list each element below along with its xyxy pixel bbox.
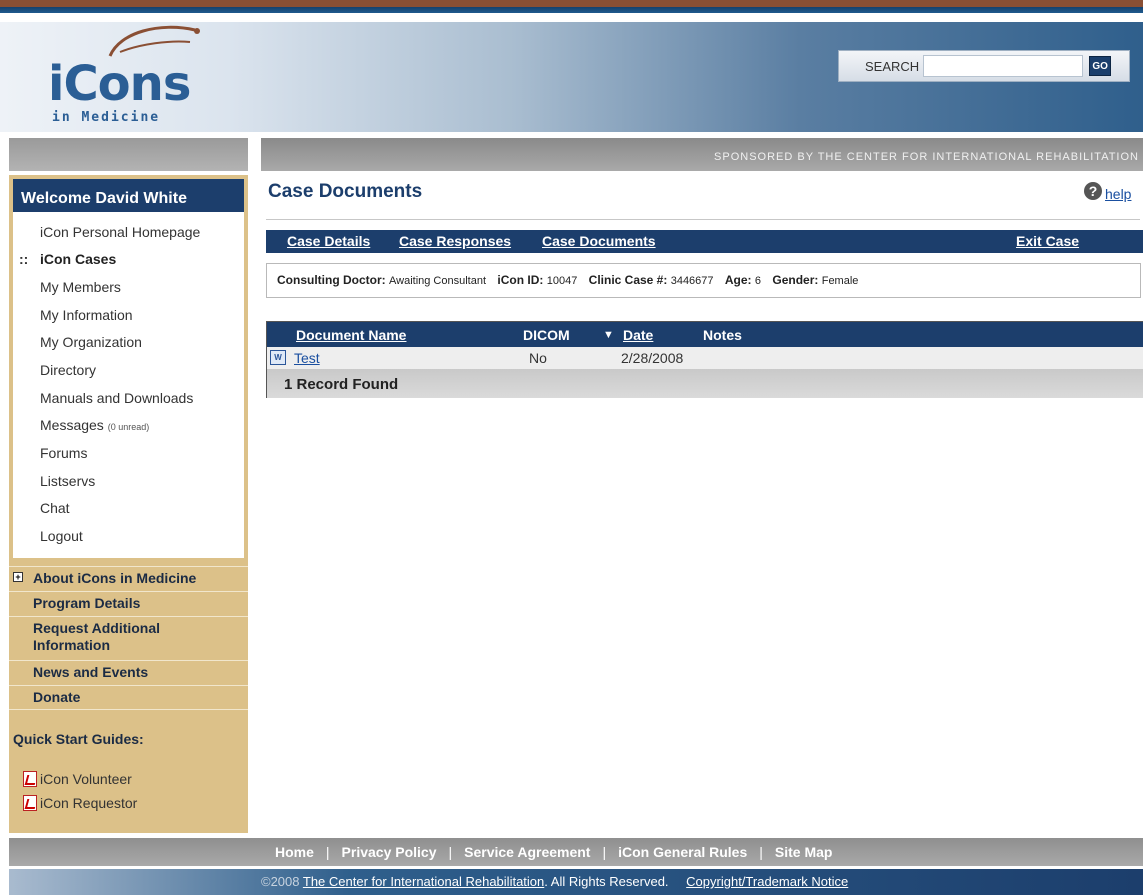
- link-donate[interactable]: Donate: [9, 685, 248, 710]
- nav-chat[interactable]: Chat: [40, 500, 70, 516]
- guide-volunteer[interactable]: iCon Volunteer: [23, 771, 132, 787]
- nav-messages[interactable]: Messages (0 unread): [40, 417, 149, 433]
- table-header: Document Name DICOM ▼ Date Notes: [267, 322, 1143, 347]
- tab-case-responses[interactable]: Case Responses: [399, 233, 511, 249]
- sort-desc-icon: ▼: [603, 329, 614, 341]
- nav-messages-label: Messages: [40, 417, 104, 433]
- sidebar-nav: iCon Personal Homepage :: iCon Cases My …: [13, 212, 244, 558]
- guide-requestor-label: iCon Requestor: [40, 795, 138, 811]
- quick-start-title: Quick Start Guides:: [13, 731, 144, 747]
- title-divider: [266, 219, 1140, 220]
- nav-forums[interactable]: Forums: [40, 445, 87, 461]
- welcome-heading: Welcome David White: [13, 179, 244, 212]
- case-tabs: Case Details Case Responses Case Documen…: [266, 230, 1143, 253]
- footer-general-rules[interactable]: iCon General Rules: [618, 844, 747, 860]
- link-news-events[interactable]: News and Events: [9, 660, 248, 685]
- page-title: Case Documents: [268, 181, 423, 202]
- gender-value: Female: [821, 275, 859, 287]
- site-header: iCons in Medicine SEARCH GO: [0, 22, 1143, 132]
- age-label: Age:: [724, 273, 752, 287]
- footer-privacy[interactable]: Privacy Policy: [342, 844, 437, 860]
- tab-case-documents[interactable]: Case Documents: [542, 233, 656, 249]
- link-request-info[interactable]: Request Additional Information: [9, 616, 248, 656]
- gender-label: Gender:: [772, 273, 819, 287]
- footer-home[interactable]: Home: [275, 844, 314, 860]
- active-bullet-icon: ::: [19, 251, 29, 267]
- pdf-icon: [23, 771, 37, 787]
- footer-separator: |: [448, 844, 453, 860]
- col-dicom: DICOM: [523, 327, 570, 343]
- help-label[interactable]: help: [1105, 186, 1131, 202]
- nav-logout[interactable]: Logout: [40, 528, 83, 544]
- help-link[interactable]: ? help: [1084, 180, 1131, 202]
- icon-id-label: iCon ID:: [497, 273, 544, 287]
- case-info: Consulting Doctor: Awaiting Consultant i…: [266, 263, 1141, 298]
- search-box: SEARCH GO: [838, 50, 1130, 82]
- nav-listservs[interactable]: Listservs: [40, 473, 95, 489]
- tab-case-details[interactable]: Case Details: [287, 233, 370, 249]
- trademark-link[interactable]: Copyright/Trademark Notice: [686, 874, 848, 889]
- footer-separator: |: [325, 844, 330, 860]
- age-value: 6: [754, 275, 762, 287]
- nav-personal-homepage[interactable]: iCon Personal Homepage: [40, 224, 200, 240]
- col-date[interactable]: Date: [623, 327, 653, 343]
- search-input[interactable]: [923, 55, 1084, 77]
- link-about[interactable]: + About iCons in Medicine: [9, 566, 248, 591]
- dicom-value: No: [529, 350, 547, 366]
- doctor-label: Consulting Doctor:: [277, 273, 386, 287]
- search-label: SEARCH: [865, 58, 920, 74]
- copyright-bar: ©2008 The Center for International Rehab…: [9, 869, 1143, 895]
- nav-manuals-downloads[interactable]: Manuals and Downloads: [40, 390, 193, 406]
- link-program-details[interactable]: Program Details: [9, 591, 248, 616]
- pdf-icon: [23, 795, 37, 811]
- clinic-case-label: Clinic Case #:: [588, 273, 668, 287]
- clinic-case-value: 3446677: [670, 275, 714, 287]
- left-divider-bar: [9, 138, 248, 171]
- sidebar: Welcome David White iCon Personal Homepa…: [9, 175, 248, 833]
- col-document-name[interactable]: Document Name: [296, 327, 406, 343]
- unread-count: (0 unread): [107, 422, 150, 432]
- document-link[interactable]: Test: [294, 350, 320, 366]
- nav-my-organization[interactable]: My Organization: [40, 334, 142, 350]
- footer-links: Home | Privacy Policy | Service Agreement | iC…: [9, 838, 1143, 866]
- site-logo[interactable]: iCons in Medicine: [40, 22, 210, 132]
- footer-site-map[interactable]: Site Map: [775, 844, 833, 860]
- nav-my-information[interactable]: My Information: [40, 307, 133, 323]
- cir-link[interactable]: The Center for International Rehabilitat…: [303, 874, 544, 889]
- footer-separator: |: [602, 844, 607, 860]
- guide-requestor[interactable]: iCon Requestor: [23, 795, 137, 811]
- date-value: 2/28/2008: [621, 350, 684, 366]
- col-notes: Notes: [703, 327, 742, 343]
- logo-tagline: in Medicine: [52, 110, 161, 125]
- record-count: 1 Record Found: [267, 369, 1143, 398]
- word-document-icon: W: [270, 350, 286, 365]
- footer-service-agreement[interactable]: Service Agreement: [464, 844, 590, 860]
- top-accent-bar: [0, 0, 1143, 22]
- documents-table: Document Name DICOM ▼ Date Notes W Test …: [266, 321, 1143, 398]
- link-about-label: About iCons in Medicine: [33, 570, 197, 586]
- search-go-button[interactable]: GO: [1089, 56, 1112, 76]
- expand-plus-icon[interactable]: +: [13, 572, 23, 582]
- logo-wordmark: iCons: [48, 56, 191, 112]
- copyright-text: . All Rights Reserved.: [544, 874, 669, 889]
- sponsor-bar: Sponsored by the Center for Internationa…: [261, 138, 1143, 171]
- nav-icon-cases[interactable]: iCon Cases: [40, 251, 116, 267]
- help-icon[interactable]: ?: [1084, 182, 1102, 200]
- footer-separator: |: [759, 844, 763, 860]
- doctor-value: Awaiting Consultant: [389, 275, 487, 287]
- nav-my-members[interactable]: My Members: [40, 279, 121, 295]
- nav-directory[interactable]: Directory: [40, 362, 96, 378]
- table-row: W Test No 2/28/2008: [267, 347, 1143, 369]
- guide-volunteer-label: iCon Volunteer: [40, 771, 132, 787]
- icon-id-value: 10047: [546, 275, 578, 287]
- copyright-year: ©2008: [261, 874, 300, 889]
- exit-case-link[interactable]: Exit Case: [1016, 233, 1079, 249]
